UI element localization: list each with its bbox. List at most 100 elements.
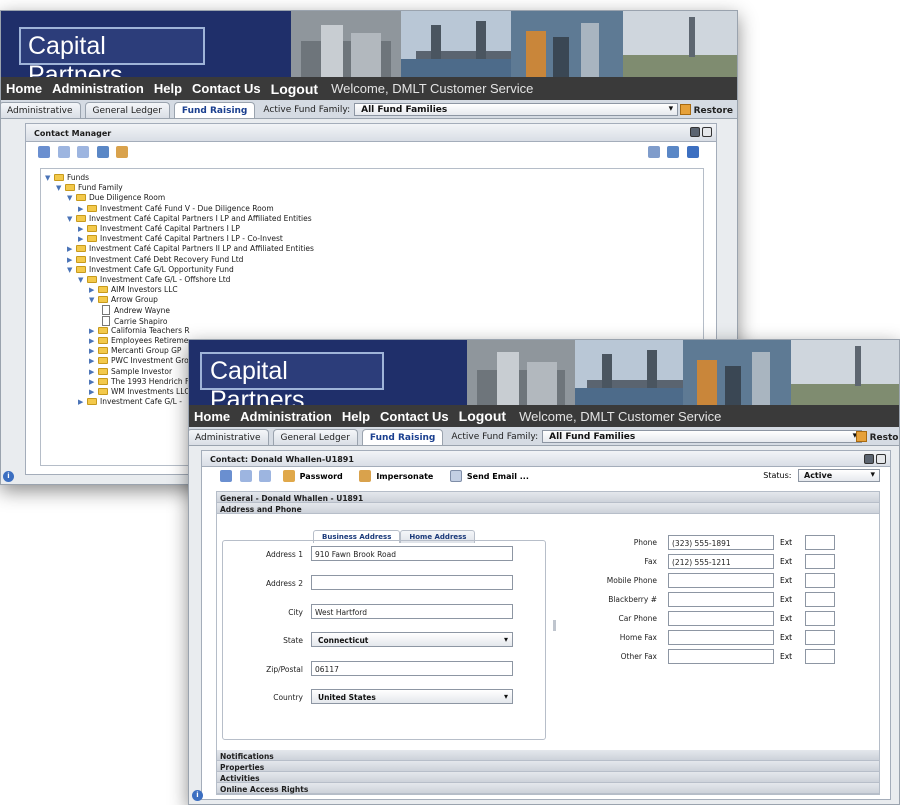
user-icon[interactable] (116, 146, 129, 158)
tab-fund-raising[interactable]: Fund Raising (173, 102, 256, 118)
expand-right-icon[interactable]: ▶ (67, 244, 76, 254)
splitter-handle[interactable] (553, 620, 556, 631)
expand-right-icon[interactable]: ▶ (89, 326, 98, 336)
tab-general-ledger[interactable]: General Ledger (84, 102, 170, 118)
info-icon[interactable]: i (3, 471, 14, 482)
tree-node[interactable]: ▼ Investment Cafe G/L Opportunity Fund (45, 265, 703, 275)
phone-field[interactable] (668, 649, 774, 664)
nav-help[interactable]: Help (337, 409, 375, 424)
section-activities[interactable]: Activities (217, 772, 879, 783)
nav-logout[interactable]: Logout (454, 408, 511, 424)
zip-field[interactable]: 06117 (311, 661, 513, 676)
restore-button[interactable]: Restore (679, 104, 733, 116)
expand-right-icon[interactable]: ▶ (78, 224, 87, 234)
nav-administration[interactable]: Administration (47, 81, 149, 96)
send-email-button[interactable]: Send Email ... (449, 470, 529, 482)
nav-contact-us[interactable]: Contact Us (375, 409, 454, 424)
nav-home[interactable]: Home (1, 81, 47, 96)
grid-icon[interactable] (667, 146, 680, 158)
restore-button[interactable]: Restore (855, 431, 899, 443)
expand-right-icon[interactable]: ▶ (89, 387, 98, 397)
home-icon[interactable] (220, 470, 232, 482)
ext-field[interactable] (805, 554, 835, 569)
tree-node[interactable]: ▶ Investment Café Debt Recovery Fund Ltd (45, 255, 703, 265)
tree-node[interactable]: ▶ Investment Café Capital Partners I LP -… (45, 234, 703, 244)
section-notifications[interactable]: Notifications (217, 750, 879, 761)
home-icon[interactable] (38, 146, 50, 158)
phone-field[interactable] (668, 630, 774, 645)
tab-administrative[interactable]: Administrative (1, 102, 81, 118)
nav-logout[interactable]: Logout (266, 81, 323, 97)
phone-field[interactable]: (212) 555-1211 (668, 554, 774, 569)
tree-node[interactable]: ▶ Investment Café Capital Partners I LP (45, 224, 703, 234)
ext-field[interactable] (805, 630, 835, 645)
expand-right-icon[interactable]: ▶ (78, 204, 87, 214)
expand-right-icon[interactable]: ▶ (78, 397, 87, 407)
impersonate-button[interactable]: Impersonate (359, 470, 433, 482)
export-icon[interactable] (647, 146, 660, 158)
ext-field[interactable] (805, 535, 835, 550)
tab-administrative[interactable]: Administrative (189, 429, 269, 445)
expand-down-icon[interactable]: ▼ (78, 275, 87, 285)
fund-family-select[interactable]: All Fund Families (542, 430, 863, 443)
nav-administration[interactable]: Administration (235, 409, 337, 424)
expand-right-icon[interactable]: ▶ (89, 336, 98, 346)
maximize-icon[interactable] (876, 454, 886, 464)
city-field[interactable]: West Hartford (311, 604, 513, 619)
tree-node[interactable]: ▶ Investment Café Fund V - Due Diligence … (45, 204, 703, 214)
tree-node[interactable]: ▼ Arrow Group (45, 295, 703, 305)
nav-help[interactable]: Help (149, 81, 187, 96)
status-select[interactable]: Active (798, 469, 880, 482)
ext-field[interactable] (805, 573, 835, 588)
expand-down-icon[interactable]: ▼ (67, 265, 76, 275)
section-online-access-rights[interactable]: Online Access Rights (217, 783, 879, 794)
tab-general-ledger[interactable]: General Ledger (272, 429, 358, 445)
section-general[interactable]: General - Donald Whallen - U1891 (217, 492, 879, 503)
tab-fund-raising[interactable]: Fund Raising (361, 429, 444, 445)
phone-field[interactable] (668, 573, 774, 588)
forward-arrow-icon[interactable] (77, 146, 90, 158)
expand-down-icon[interactable]: ▼ (45, 173, 54, 183)
tree-node[interactable]: ▼ Funds (45, 173, 703, 183)
back-arrow-icon[interactable] (239, 470, 252, 482)
forward-arrow-icon[interactable] (259, 470, 272, 482)
card-icon[interactable] (96, 146, 109, 158)
section-properties[interactable]: Properties (217, 761, 879, 772)
tree-node[interactable]: ▼ Investment Café Capital Partners I LP a… (45, 214, 703, 224)
expand-right-icon[interactable]: ▶ (78, 234, 87, 244)
maximize-icon[interactable] (702, 127, 712, 137)
password-button[interactable]: Password (282, 470, 343, 482)
phone-field[interactable] (668, 611, 774, 626)
tree-node[interactable]: ▼ Due Diligence Room (45, 193, 703, 203)
tree-node[interactable]: Carrie Shapiro (45, 315, 703, 326)
tree-node[interactable]: Andrew Wayne (45, 305, 703, 316)
expand-right-icon[interactable]: ▶ (89, 367, 98, 377)
section-address-phone[interactable]: Address and Phone (217, 503, 879, 514)
info-icon[interactable]: i (192, 790, 203, 801)
address2-field[interactable] (311, 575, 513, 590)
expand-down-icon[interactable]: ▼ (67, 214, 76, 224)
expand-right-icon[interactable]: ▶ (67, 255, 76, 265)
ext-field[interactable] (805, 611, 835, 626)
tree-node[interactable]: ▼ Investment Cafe G/L - Offshore Ltd (45, 275, 703, 285)
country-select[interactable]: United States (311, 689, 513, 704)
tree-node[interactable]: ▶ Investment Café Capital Partners II LP … (45, 244, 703, 254)
expand-right-icon[interactable]: ▶ (89, 346, 98, 356)
ext-field[interactable] (805, 592, 835, 607)
state-select[interactable]: Connecticut (311, 632, 513, 647)
nav-contact-us[interactable]: Contact Us (187, 81, 266, 96)
expand-right-icon[interactable]: ▶ (89, 377, 98, 387)
phone-field[interactable] (668, 592, 774, 607)
fund-family-select[interactable]: All Fund Families (354, 103, 679, 116)
expand-down-icon[interactable]: ▼ (56, 183, 65, 193)
expand-down-icon[interactable]: ▼ (67, 193, 76, 203)
address1-field[interactable]: 910 Fawn Brook Road (311, 546, 513, 561)
tree-node[interactable]: ▶ AIM Investors LLC (45, 285, 703, 295)
expand-down-icon[interactable]: ▼ (89, 295, 98, 305)
tree-node[interactable]: ▶ California Teachers R (45, 326, 703, 336)
nav-home[interactable]: Home (189, 409, 235, 424)
minimize-icon[interactable] (690, 127, 700, 137)
tree-node[interactable]: ▼ Fund Family (45, 183, 703, 193)
phone-field[interactable]: (323) 555-1891 (668, 535, 774, 550)
expand-right-icon[interactable]: ▶ (89, 285, 98, 295)
